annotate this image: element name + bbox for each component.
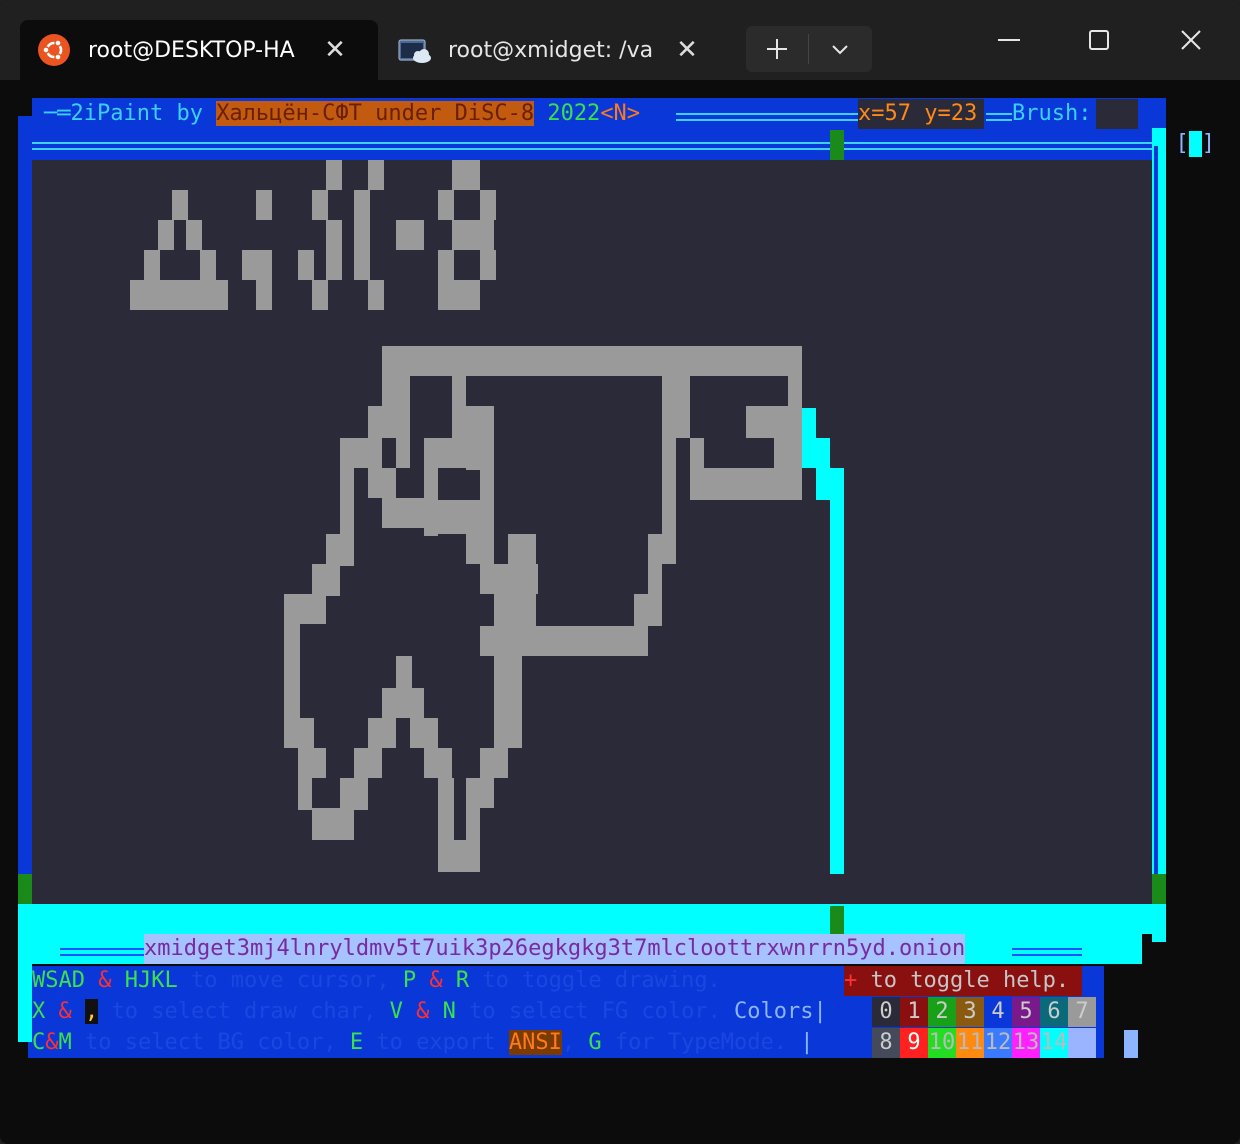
brush-swatch	[1188, 131, 1202, 157]
tab-desktop[interactable]: root@DESKTOP-HA ✕	[20, 20, 378, 80]
color-swatch[interactable]: 2	[928, 997, 956, 1027]
terminal-cloud-icon	[398, 34, 431, 66]
tab-actions	[746, 26, 872, 72]
toggle-help-hint: + to toggle help.	[844, 966, 1082, 996]
year-label: 2022	[534, 101, 601, 126]
tab-title: root@DESKTOP-HA	[88, 37, 295, 63]
terminal-window: root@DESKTOP-HA ✕ root@xmidget: /var ✕ ─…	[0, 0, 1240, 1144]
close-icon[interactable]: ✕	[674, 37, 700, 63]
pixel-drawing	[130, 160, 844, 874]
color-swatch[interactable]: 13	[1012, 1028, 1040, 1058]
plus-icon	[767, 39, 787, 59]
row-marker-left	[18, 874, 32, 904]
color-swatch[interactable]: 5	[1012, 997, 1040, 1027]
cursor-coordinates: x=57 y=23	[858, 99, 984, 129]
onion-line: xmidget3mj4lnryldmv5t7uik3p26egkgkg3t7ml…	[32, 934, 1126, 964]
brush-label: Brush:	[1012, 101, 1092, 126]
app-title: ─═2iPaint by	[44, 101, 217, 126]
terminal-viewport[interactable]: ─═2iPaint by Хальцён-СФТ under DiSC-8 20…	[0, 80, 1240, 1144]
new-tab-button[interactable]	[746, 26, 808, 72]
frame-bottom-bar	[18, 904, 1166, 934]
color-swatch[interactable]: 10	[928, 1028, 956, 1058]
palette-row-1: 01234567	[872, 997, 1098, 1027]
onion-address[interactable]: xmidget3mj4lnryldmv5t7uik3p26egkgkg3t7ml…	[144, 934, 966, 964]
title-bar: root@DESKTOP-HA ✕ root@xmidget: /var ✕	[0, 0, 1240, 80]
color-swatch[interactable]	[1068, 1028, 1096, 1058]
color-swatch[interactable]: 8	[872, 1028, 900, 1058]
brush-indicator: []	[1096, 99, 1215, 157]
maximize-button[interactable]	[1076, 20, 1122, 60]
color-swatch[interactable]: 7	[1068, 997, 1096, 1027]
color-swatch[interactable]: 1	[900, 997, 928, 1027]
tab-xmidget[interactable]: root@xmidget: /var ✕	[380, 20, 730, 80]
close-icon	[1181, 30, 1201, 50]
color-swatch[interactable]: 12	[984, 1028, 1012, 1058]
close-window-button[interactable]	[1168, 20, 1214, 60]
colors-label: Colors|	[720, 999, 827, 1024]
tab-title: root@xmidget: /var	[448, 37, 654, 63]
color-swatch[interactable]: 9	[900, 1028, 928, 1058]
brand-label: Хальцён-СФТ under DiSC-8	[216, 101, 535, 126]
color-swatch[interactable]: 0	[872, 997, 900, 1027]
dropdown-button[interactable]	[809, 26, 871, 72]
minimize-button[interactable]	[986, 20, 1032, 60]
color-swatch[interactable]: 6	[1040, 997, 1068, 1027]
minimize-icon	[998, 39, 1020, 41]
column-marker-top	[830, 130, 844, 160]
text-cursor	[1124, 1030, 1138, 1058]
color-swatch[interactable]: 3	[956, 997, 984, 1027]
column-marker-bottom	[830, 906, 844, 934]
color-swatch[interactable]: 4	[984, 997, 1012, 1027]
color-swatch[interactable]: 11	[956, 1028, 984, 1058]
chevron-down-icon	[832, 45, 848, 55]
palette-row-2: 8 9 10 11 12 13 14	[872, 1028, 1098, 1058]
help-line-2: X & , to select draw char, V & N to sele…	[32, 999, 827, 1024]
close-icon[interactable]: ✕	[322, 37, 348, 63]
mode-indicator: <N>	[600, 101, 641, 126]
row-marker-right	[1152, 874, 1166, 904]
color-swatch[interactable]: 14	[1040, 1028, 1068, 1058]
maximize-icon	[1089, 30, 1109, 50]
help-line-3: C&M to select BG color, E to export ANSI…	[32, 1030, 814, 1055]
ubuntu-icon	[38, 34, 70, 66]
